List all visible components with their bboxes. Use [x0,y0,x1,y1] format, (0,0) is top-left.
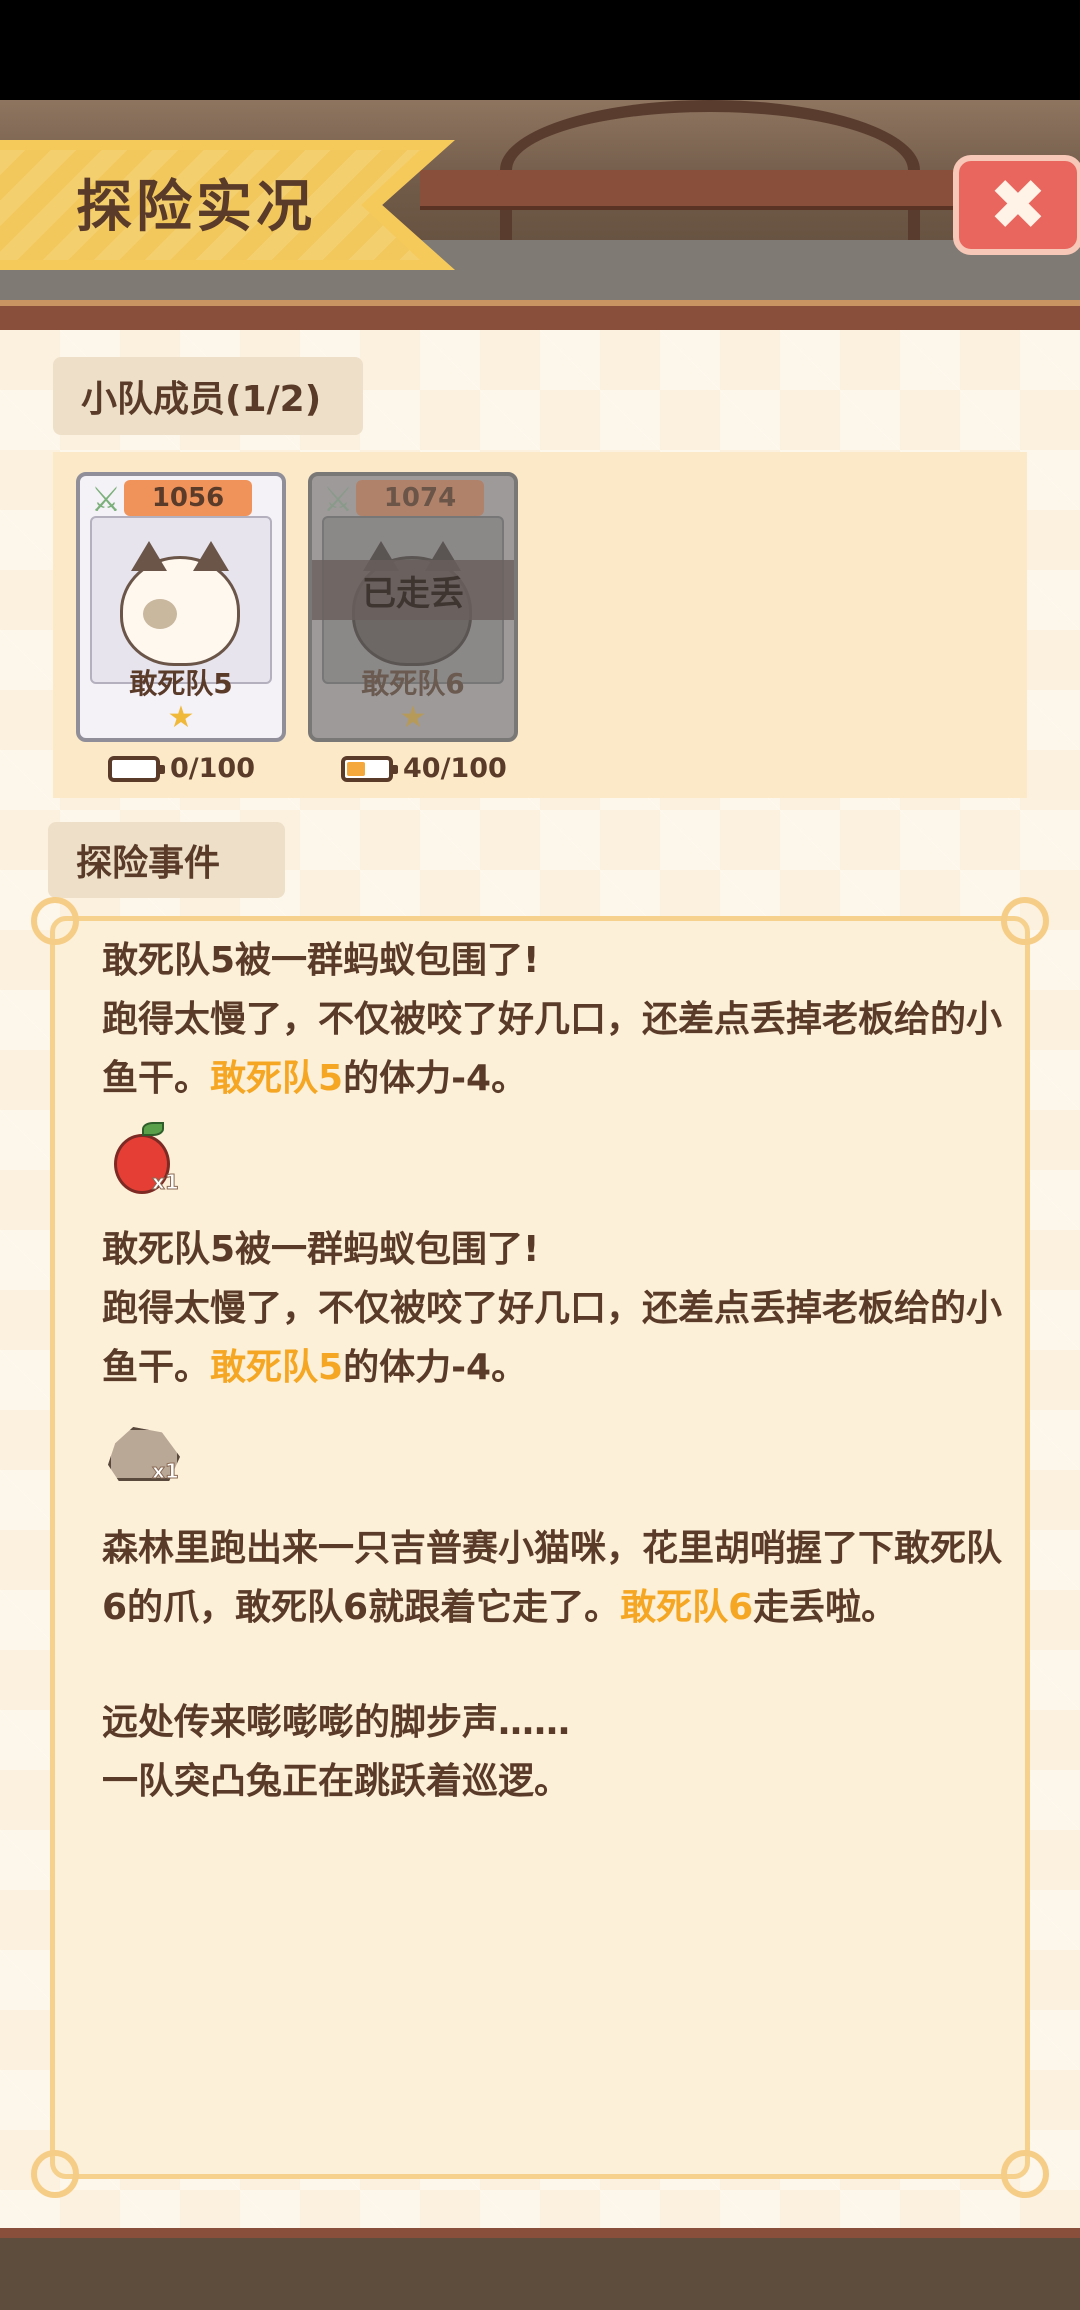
star-icon: ★ [399,700,427,735]
member-name: 敢死队6 [361,667,465,700]
battery-icon [108,755,165,782]
event-entry: 敢死队5被一群蚂蚁包围了! 跑得太慢了，不仅被咬了好几口，还差点丢掉老板给的小鱼… [102,1220,1002,1397]
energy-value: 0/100 [170,753,256,784]
close-button[interactable]: ✖ [953,155,1080,255]
bottom-bar [0,2228,1080,2310]
reward-item[interactable]: x1 [102,1397,1002,1519]
power-value: 1056 [124,480,252,516]
battery-icon [341,755,398,782]
events-log[interactable]: 敢死队5被一群蚂蚁包围了! 跑得太慢了，不仅被咬了好几口，还差点丢掉老板给的小鱼… [31,897,1049,2198]
battery-fill [347,761,365,776]
highlight-name: 敢死队6 [620,1587,754,1628]
corner-ornament [31,2150,79,2198]
star-icon: ★ [167,700,195,735]
member-name: 敢死队5 [129,667,233,700]
member-card-2[interactable]: ⚔ 1074 已走丢 敢死队6 ★ [308,472,518,742]
event-entry: 远处传来嘭嘭嘭的脚步声…… 一队突凸兔正在跳跃着巡逻。 [102,1693,1002,1811]
item-quantity: x1 [152,1459,180,1484]
energy-value: 40/100 [403,753,507,784]
highlight-name: 敢死队5 [210,1347,344,1388]
reward-item[interactable]: x1 [102,1108,1002,1220]
page-title: 探险实况 [76,175,316,240]
event-text: 敢死队5被一群蚂蚁包围了! [102,1229,540,1270]
energy-indicator-1: 0/100 [108,753,255,784]
events-content: 敢死队5被一群蚂蚁包围了! 跑得太慢了，不仅被咬了好几口，还差点丢掉老板给的小鱼… [102,931,1002,1811]
event-entry: 森林里跑出来一只吉普赛小猫咪，花里胡哨握了下敢死队6的爪，敢死队6就跟着它走了。… [102,1519,1002,1637]
event-text: 远处传来嘭嘭嘭的脚步声…… [102,1702,571,1743]
events-label: 探险事件 [48,822,285,898]
cat-avatar [120,541,240,666]
event-entry: 敢死队5被一群蚂蚁包围了! 跑得太慢了，不仅被咬了好几口，还差点丢掉老板给的小鱼… [102,931,1002,1108]
event-text: 一队突凸兔正在跳跃着巡逻。 [102,1761,571,1802]
crossed-swords-icon: ⚔ [90,480,122,520]
event-text: 跑得太慢了，不仅被咬了好几口，还差点丢掉老板给的小鱼干。敢死队5的体力-4。 [102,999,1003,1099]
status-bar [0,0,1080,100]
crossed-swords-icon: ⚔ [322,480,354,520]
decor-strip [0,300,1080,330]
lost-status-badge: 已走丢 [312,560,514,620]
corner-ornament [31,897,79,945]
corner-ornament [1001,897,1049,945]
highlight-name: 敢死队5 [210,1058,344,1099]
event-text: 走丢啦。 [753,1587,898,1628]
member-card-1[interactable]: ⚔ 1056 敢死队5 ★ [76,472,286,742]
close-icon: ✖ [988,164,1048,246]
members-label: 小队成员(1/2) [53,357,363,435]
power-value: 1074 [356,480,484,516]
leaf-icon [142,1122,164,1136]
energy-indicator-2: 40/100 [341,753,507,784]
event-text: 跑得太慢了，不仅被咬了好几口，还差点丢掉老板给的小鱼干。敢死队5的体力-4。 [102,1288,1003,1388]
event-text: 敢死队5被一群蚂蚁包围了! [102,940,540,981]
corner-ornament [1001,2150,1049,2198]
item-quantity: x1 [152,1170,180,1195]
